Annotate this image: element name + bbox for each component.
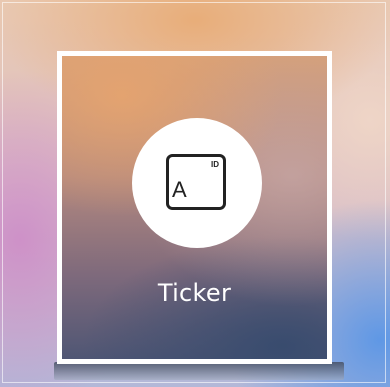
ticker-screen: A ID Ticker [0,0,390,387]
icon-circle: A ID [132,118,262,248]
key-letter: A [172,177,187,202]
tile-reflection [54,362,344,380]
key-badge: ID [211,160,219,169]
tile-label: Ticker [157,279,232,307]
ticker-id-key-icon: A ID [166,154,226,210]
ticker-tile[interactable]: A ID Ticker [57,51,332,364]
